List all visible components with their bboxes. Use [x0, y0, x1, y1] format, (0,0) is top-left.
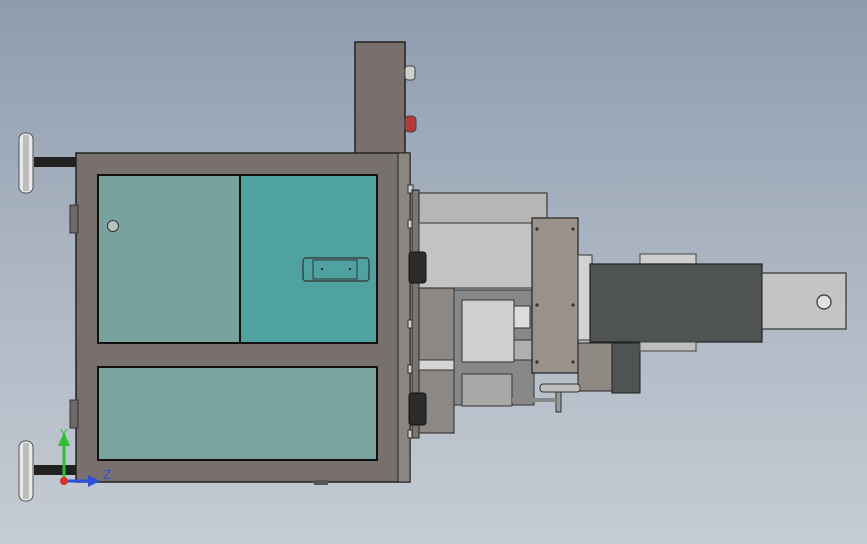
vertical-slide-plate — [531, 217, 579, 374]
triad-origin — [60, 477, 68, 485]
handwheel-bottom[interactable] — [18, 440, 76, 502]
handwheel-top[interactable] — [18, 132, 76, 194]
bottom-cover — [639, 341, 697, 352]
panel-handle-screw-right — [348, 267, 352, 271]
motor-lower — [408, 392, 427, 426]
panel-handle-screw-left — [320, 267, 324, 271]
motor-upper — [408, 251, 427, 284]
spindle-housing — [589, 263, 763, 343]
spring-coupler — [513, 305, 531, 329]
panel-lock-icon[interactable] — [107, 220, 119, 232]
cabinet-foot — [314, 480, 328, 485]
control-box[interactable] — [354, 41, 417, 155]
handwheel-top-shaft — [34, 157, 76, 167]
cabinet-hinge-bottom — [69, 399, 79, 429]
bearing-block — [513, 339, 535, 361]
control-box-body — [354, 41, 406, 155]
lever-stem — [555, 391, 562, 413]
plate-screw-3 — [535, 303, 539, 307]
plate-screw-5 — [535, 360, 539, 364]
y-axis-label: Y — [59, 427, 68, 441]
tool-arm-hole-icon — [816, 294, 832, 310]
z-axis-label: Z — [103, 468, 111, 482]
handwheel-bottom-shaft — [34, 465, 76, 475]
side-block — [577, 342, 613, 392]
lever-handle[interactable] — [539, 383, 581, 393]
handwheel-bottom-rim — [23, 443, 29, 499]
upper-rail-housing — [418, 192, 548, 224]
control-button-white[interactable] — [404, 65, 416, 81]
control-button-red[interactable] — [404, 115, 417, 133]
plate-screw-4 — [571, 303, 575, 307]
tool-arm[interactable] — [761, 272, 847, 330]
plate-screw-6 — [571, 360, 575, 364]
plate-screw-2 — [571, 227, 575, 231]
carriage-block — [461, 299, 515, 363]
carriage-lower-block — [461, 373, 513, 407]
handwheel-top-rim — [23, 135, 29, 191]
cabinet-panel-bottom[interactable] — [97, 366, 378, 461]
upper-block — [418, 222, 535, 289]
plate-screw-1 — [535, 227, 539, 231]
model-view-svg[interactable]: Y Z — [0, 0, 867, 544]
spindle-assembly[interactable] — [408, 189, 847, 439]
cad-model-viewport[interactable]: Y Z — [0, 0, 867, 544]
cabinet-panel-right[interactable] — [239, 174, 378, 344]
side-block-dark — [611, 342, 641, 394]
main-cabinet[interactable] — [69, 152, 411, 485]
lower-rod — [512, 398, 556, 402]
cabinet-panel-left[interactable] — [97, 174, 241, 344]
cabinet-hinge-top — [69, 204, 79, 234]
